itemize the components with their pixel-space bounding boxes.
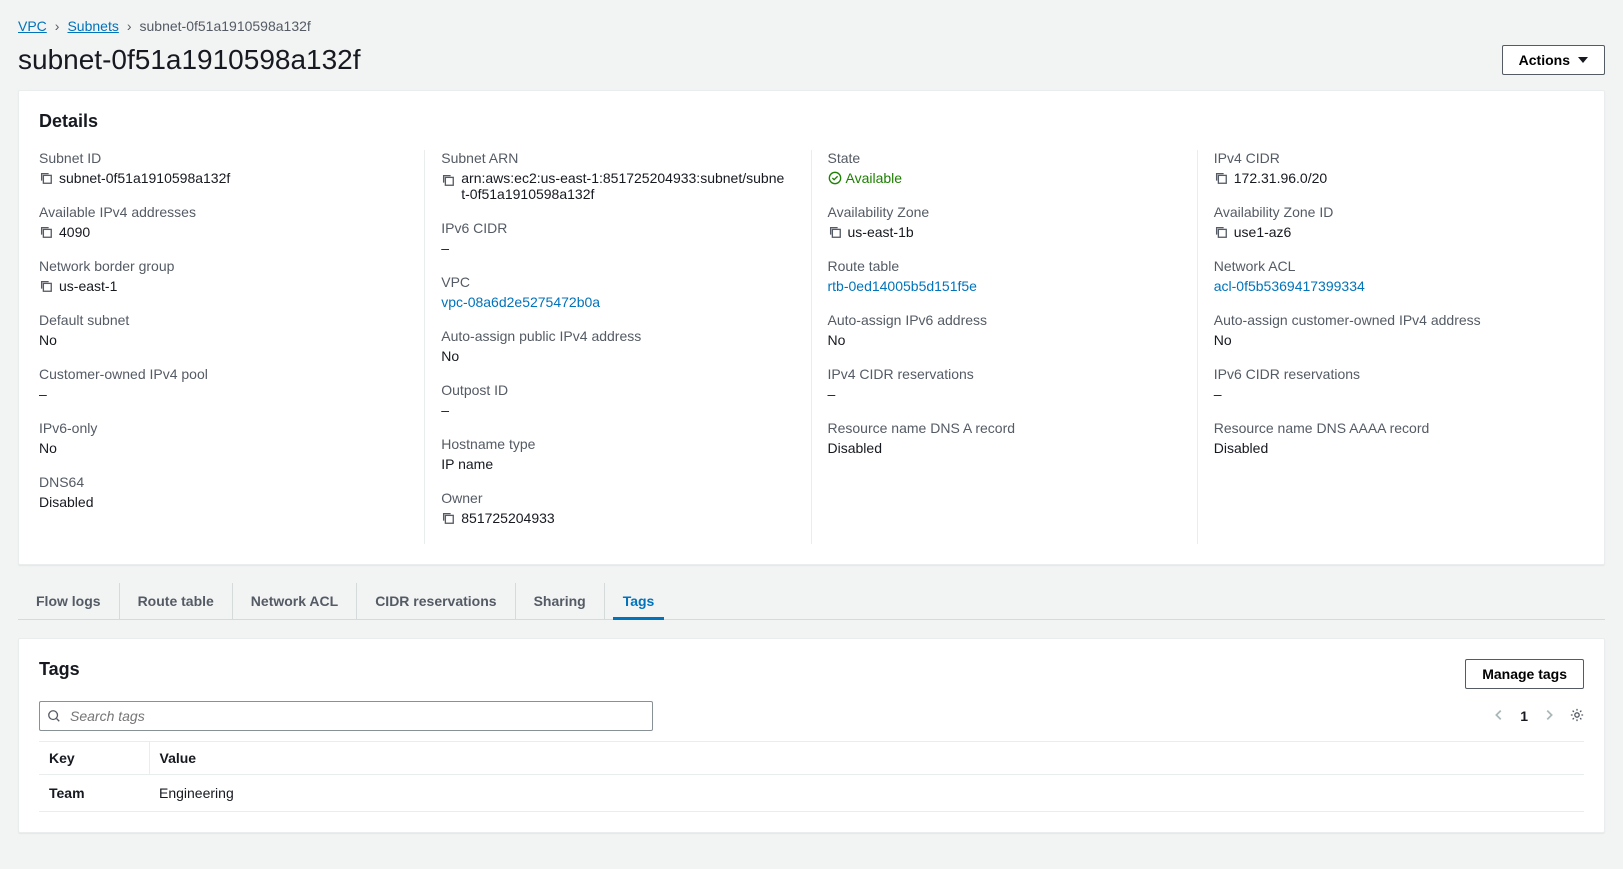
actions-label: Actions <box>1519 52 1570 68</box>
ipv6-cidr-value: – <box>441 240 449 256</box>
details-heading: Details <box>39 111 1584 132</box>
copy-icon[interactable] <box>39 225 53 239</box>
default-subnet-label: Default subnet <box>39 312 400 328</box>
chevron-right-icon: › <box>55 18 60 34</box>
pager-page-num: 1 <box>1520 708 1528 724</box>
owner-value: 851725204933 <box>461 510 554 526</box>
auto-ipv6-value: No <box>828 332 846 348</box>
nacl-label: Network ACL <box>1214 258 1584 274</box>
owner-label: Owner <box>441 490 786 506</box>
tags-heading: Tags <box>39 659 80 680</box>
subnet-arn-value: arn:aws:ec2:us-east-1:851725204933:subne… <box>461 170 786 202</box>
nacl-link[interactable]: acl-0f5b5369417399334 <box>1214 278 1365 294</box>
auto-cust-ipv4-label: Auto-assign customer-owned IPv4 address <box>1214 312 1584 328</box>
details-panel: Details Subnet ID subnet-0f51a1910598a13… <box>18 90 1605 565</box>
az-value: us-east-1b <box>848 224 914 240</box>
pager: 1 <box>1492 708 1584 725</box>
breadcrumb-current: subnet-0f51a1910598a132f <box>140 18 311 34</box>
ipv6-cidr-label: IPv6 CIDR <box>441 220 786 236</box>
caret-down-icon <box>1578 57 1588 63</box>
state-value: Available <box>846 170 903 186</box>
tab-network-acl[interactable]: Network ACL <box>233 583 357 619</box>
copy-icon[interactable] <box>441 173 455 187</box>
pager-prev[interactable] <box>1492 708 1506 725</box>
copy-icon[interactable] <box>1214 225 1228 239</box>
auto-pub-ipv4-label: Auto-assign public IPv4 address <box>441 328 786 344</box>
tab-cidr-reservations[interactable]: CIDR reservations <box>357 583 515 619</box>
ipv6-res-value: – <box>1214 386 1222 402</box>
tag-key: Team <box>39 775 149 812</box>
ipv4-cidr-label: IPv4 CIDR <box>1214 150 1584 166</box>
breadcrumb-vpc[interactable]: VPC <box>18 18 47 34</box>
tags-table: Key Value Team Engineering <box>39 741 1584 812</box>
check-circle-icon <box>828 171 842 185</box>
col-key: Key <box>39 742 149 775</box>
dns-a-label: Resource name DNS A record <box>828 420 1173 436</box>
az-id-label: Availability Zone ID <box>1214 204 1584 220</box>
default-subnet-value: No <box>39 332 57 348</box>
outpost-label: Outpost ID <box>441 382 786 398</box>
avail-ipv4-value: 4090 <box>59 224 90 240</box>
page-title: subnet-0f51a1910598a132f <box>18 44 361 76</box>
table-row[interactable]: Team Engineering <box>39 775 1584 812</box>
nbg-label: Network border group <box>39 258 400 274</box>
auto-pub-ipv4-value: No <box>441 348 459 364</box>
route-table-link[interactable]: rtb-0ed14005b5d151f5e <box>828 278 977 294</box>
state-label: State <box>828 150 1173 166</box>
az-id-value: use1-az6 <box>1234 224 1292 240</box>
copy-icon[interactable] <box>1214 171 1228 185</box>
copy-icon[interactable] <box>828 225 842 239</box>
cust-ipv4-pool-value: – <box>39 386 47 402</box>
manage-tags-button[interactable]: Manage tags <box>1465 659 1584 689</box>
dns-a-value: Disabled <box>828 440 882 456</box>
auto-ipv6-label: Auto-assign IPv6 address <box>828 312 1173 328</box>
settings-icon[interactable] <box>1570 708 1584 725</box>
ipv4-res-value: – <box>828 386 836 402</box>
tab-route-table[interactable]: Route table <box>120 583 233 619</box>
ipv4-res-label: IPv4 CIDR reservations <box>828 366 1173 382</box>
tabs: Flow logs Route table Network ACL CIDR r… <box>18 583 1605 620</box>
tab-sharing[interactable]: Sharing <box>516 583 605 619</box>
tab-flow-logs[interactable]: Flow logs <box>18 583 120 619</box>
hostname-type-label: Hostname type <box>441 436 786 452</box>
vpc-link[interactable]: vpc-08a6d2e5275472b0a <box>441 294 600 310</box>
avail-ipv4-label: Available IPv4 addresses <box>39 204 400 220</box>
ipv6-only-label: IPv6-only <box>39 420 400 436</box>
copy-icon[interactable] <box>441 511 455 525</box>
auto-cust-ipv4-value: No <box>1214 332 1232 348</box>
ipv6-res-label: IPv6 CIDR reservations <box>1214 366 1584 382</box>
outpost-value: – <box>441 402 449 418</box>
search-icon <box>47 709 61 723</box>
breadcrumb: VPC › Subnets › subnet-0f51a1910598a132f <box>18 18 1605 34</box>
dns64-value: Disabled <box>39 494 93 510</box>
copy-icon[interactable] <box>39 171 53 185</box>
nbg-value: us-east-1 <box>59 278 117 294</box>
dns-aaaa-label: Resource name DNS AAAA record <box>1214 420 1584 436</box>
subnet-id-label: Subnet ID <box>39 150 400 166</box>
actions-button[interactable]: Actions <box>1502 45 1605 75</box>
route-table-label: Route table <box>828 258 1173 274</box>
subnet-id-value: subnet-0f51a1910598a132f <box>59 170 230 186</box>
chevron-right-icon: › <box>127 18 132 34</box>
az-label: Availability Zone <box>828 204 1173 220</box>
tags-panel: Tags Manage tags 1 Key Value <box>18 638 1605 833</box>
ipv4-cidr-value: 172.31.96.0/20 <box>1234 170 1327 186</box>
copy-icon[interactable] <box>39 279 53 293</box>
vpc-label: VPC <box>441 274 786 290</box>
subnet-arn-label: Subnet ARN <box>441 150 786 166</box>
dns-aaaa-value: Disabled <box>1214 440 1268 456</box>
ipv6-only-value: No <box>39 440 57 456</box>
pager-next[interactable] <box>1542 708 1556 725</box>
breadcrumb-subnets[interactable]: Subnets <box>67 18 118 34</box>
tag-value: Engineering <box>149 775 1584 812</box>
dns64-label: DNS64 <box>39 474 400 490</box>
hostname-type-value: IP name <box>441 456 493 472</box>
cust-ipv4-pool-label: Customer-owned IPv4 pool <box>39 366 400 382</box>
col-value: Value <box>149 742 1584 775</box>
search-tags-input[interactable] <box>39 701 653 731</box>
tab-tags[interactable]: Tags <box>605 583 673 619</box>
